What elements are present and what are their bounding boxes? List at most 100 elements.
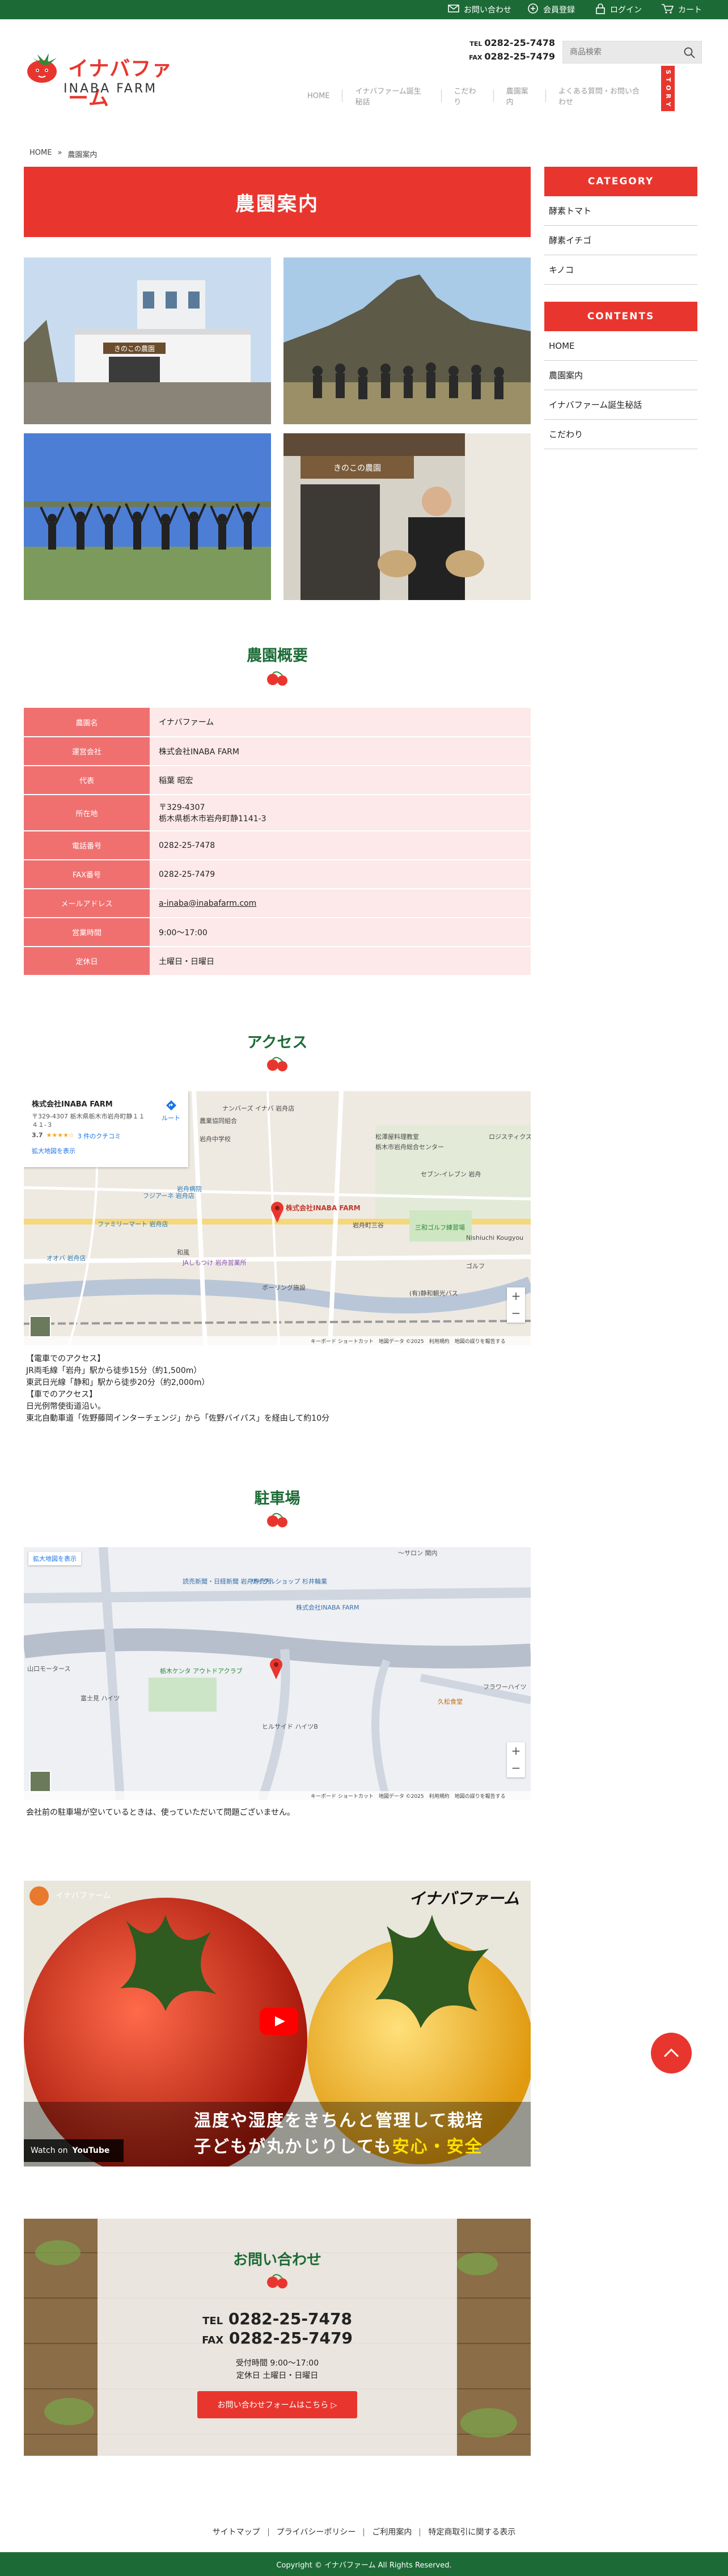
table-row: 運営会社 株式会社INABA FARM [24,737,531,766]
sidebar-item-kodawari[interactable]: こだわり [544,420,697,449]
map-pin-label: 株式会社INABA FARM [296,1603,359,1611]
access-line: 東北自動車道「佐野藤岡インターチェンジ」から「佐野バイパス」を経由して約10分 [26,1414,330,1423]
breadcrumb-current: 農園案内 [67,151,98,159]
access-line: 【車でのアクセス】 [26,1390,98,1399]
map-label: 岩舟中学校 [200,1135,231,1143]
register-link[interactable]: 会員登録 [527,0,575,19]
map-label: 栃木ケンタ アウトドアクラブ [160,1667,243,1675]
table-row: 営業時間 9:00〜17:00 [24,918,531,947]
access-title: アクセス [247,1034,308,1051]
map-label: ヒルサイド ハイツB [262,1723,318,1730]
map-label: サイクルショップ 杉井輪業 [251,1577,327,1585]
row-label: 運営会社 [24,737,150,766]
zoom-out-button[interactable]: − [507,1759,525,1776]
breadcrumb-home[interactable]: HOME [29,149,52,159]
sidebar-item-strawberry[interactable]: 酵素イチゴ [544,226,697,255]
sidebar-item-farm[interactable]: 農園案内 [544,361,697,390]
map-card-title: 株式会社INABA FARM [32,1100,113,1109]
row-value: 0282-25-7478 [150,831,531,860]
row-value: 株式会社INABA FARM [150,737,531,766]
mail-icon [448,4,459,15]
sidebar-item-home[interactable]: HOME [544,331,697,361]
zoom-in-button[interactable]: + [507,1287,525,1304]
larger-map-link[interactable]: 拡大地図を表示 [28,1552,81,1565]
search-icon[interactable] [683,47,696,59]
youtube-embed[interactable]: イナバファーム イナバファーム 温度や湿度をきちんと管理して栽培 子どもが丸かじ… [24,1881,531,2167]
row-value: 土曜日・日曜日 [150,947,531,976]
row-label: 所在地 [24,795,150,831]
map-layer-toggle[interactable] [29,1316,51,1337]
star-icon: ★★★★☆ [46,1131,74,1139]
email-link[interactable]: a-inaba@inabafarm.com [159,899,256,908]
breadcrumb: HOME » 農園案内 [29,149,97,159]
video-caption-2: 子どもが丸かじりしても安心・安全 [194,2132,483,2157]
access-map[interactable]: 株式会社INABA FARM ナンバーズ イナバ 岩舟店 岩舟中学校 農業協同組… [24,1091,531,1345]
row-label: メールアドレス [24,889,150,918]
footer-link-privacy[interactable]: プライバシーポリシー [269,2528,365,2536]
main-nav: HOME イナバファーム誕生秘話 こだわり 農園案内 よくある質問・お問い合わせ [295,87,658,107]
watch-on-youtube-button[interactable]: Watch on YouTube [24,2139,124,2162]
map-label: 岩舟病院 [177,1185,202,1193]
map-label: 山口モータース [27,1665,70,1673]
zoom-out-button[interactable]: − [507,1304,525,1321]
sidebar-contents-heading: CONTENTS [544,302,697,331]
cart-link[interactable]: カート [661,0,702,19]
page-top-button[interactable] [651,2033,692,2074]
nav-item-kodawari[interactable]: こだわり [442,87,494,107]
map-footer: キーボード ショートカット 地図データ ©2025 利用規約 地図の誤りを報告す… [311,1793,506,1800]
search-input[interactable] [563,41,676,63]
nav-item-story[interactable]: イナバファーム誕生秘話 [342,87,442,107]
review-count-link[interactable]: 3 件のクチコミ [78,1131,121,1141]
table-row: 農園名 イナバファーム [24,708,531,737]
login-link[interactable]: ログイン [595,0,642,19]
access-line: 【電車でのアクセス】 [26,1354,105,1363]
sidebar-item-mushroom[interactable]: キノコ [544,255,697,285]
map-label: フラワーハイツ [483,1683,527,1691]
story-tab[interactable]: S T O R Y [661,66,675,111]
nav-item-home[interactable]: HOME [295,90,343,102]
table-row: 定休日 土曜日・日曜日 [24,947,531,976]
map-layer-toggle[interactable] [29,1771,51,1792]
play-icon [275,2016,285,2026]
row-value: イナバファーム [150,708,531,737]
contact-link[interactable]: お問い合わせ [448,0,511,19]
map-card-address: 〒329-4307 栃木県栃木市岩舟町静１１４１-３ [32,1113,145,1129]
zoom-controls: + − [507,1287,525,1323]
fax-label: FAX [469,54,482,61]
breadcrumb-separator: » [57,149,62,157]
row-value: 〒329-4307 栃木県栃木市岩舟町静1141-3 [150,795,531,831]
larger-map-link[interactable]: 拡大地図を表示 [32,1146,180,1155]
directions-button[interactable]: ルート [162,1099,180,1122]
footer-link-tokushoho[interactable]: 特定商取引に関する表示 [420,2528,523,2536]
cart-link-label: カート [678,6,702,15]
sidebar-item-tomato[interactable]: 酵素トマト [544,196,697,226]
tel-number: 0282-25-7478 [484,37,555,48]
address: 栃木県栃木市岩舟町静1141-3 [159,814,266,824]
overview-title: 農園概要 [247,647,308,665]
channel-avatar[interactable] [29,1886,49,1906]
map-label: ナンバーズ イナバ 岩舟店 [222,1104,294,1112]
map-label: 農業協同組合 [200,1117,237,1125]
watch-on-label: Watch on [31,2146,68,2155]
access-line: 日光例幣使街道沿い。 [26,1402,105,1411]
footer-link-sitemap[interactable]: サイトマップ [205,2528,269,2536]
footer-link-guide[interactable]: ご利用案内 [364,2528,421,2536]
nav-item-farm[interactable]: 農園案内 [494,87,546,107]
photo-building-sign: きのこの農園 [114,345,155,353]
nav-item-faq[interactable]: よくある質問・お問い合わせ [546,87,658,107]
channel-name[interactable]: イナバファーム [56,1890,111,1901]
site-logo[interactable]: イナバファーム INABA FARM [24,51,188,110]
sidebar-item-story[interactable]: イナバファーム誕生秘話 [544,390,697,420]
map-label: ボーリング施設 [262,1283,306,1291]
map-label: 岩舟町三谷 [353,1221,384,1229]
zoom-in-button[interactable]: + [507,1742,525,1759]
map-footer: キーボード ショートカット 地図データ ©2025 利用規約 地図の誤りを報告す… [311,1338,506,1345]
contact-form-button[interactable]: お問い合わせフォームはこちら ▷ [197,2391,357,2418]
access-line: 東武日光線「静和」駅から徒歩20分（約2,000m） [26,1378,210,1387]
map-label: 栃木市岩舟総合センター [375,1143,444,1151]
contact-tel: TEL 0282-25-7478 [24,2309,531,2328]
play-button[interactable] [260,2008,298,2035]
sidebar-category-heading: CATEGORY [544,167,697,196]
parking-map[interactable]: 株式会社INABA FARM 〜サロン 関内 読売新聞・日経新聞 岩舟専売所 サ… [24,1547,531,1800]
contact-closed-days: 定休日 土曜日・日曜日 [236,2371,319,2380]
